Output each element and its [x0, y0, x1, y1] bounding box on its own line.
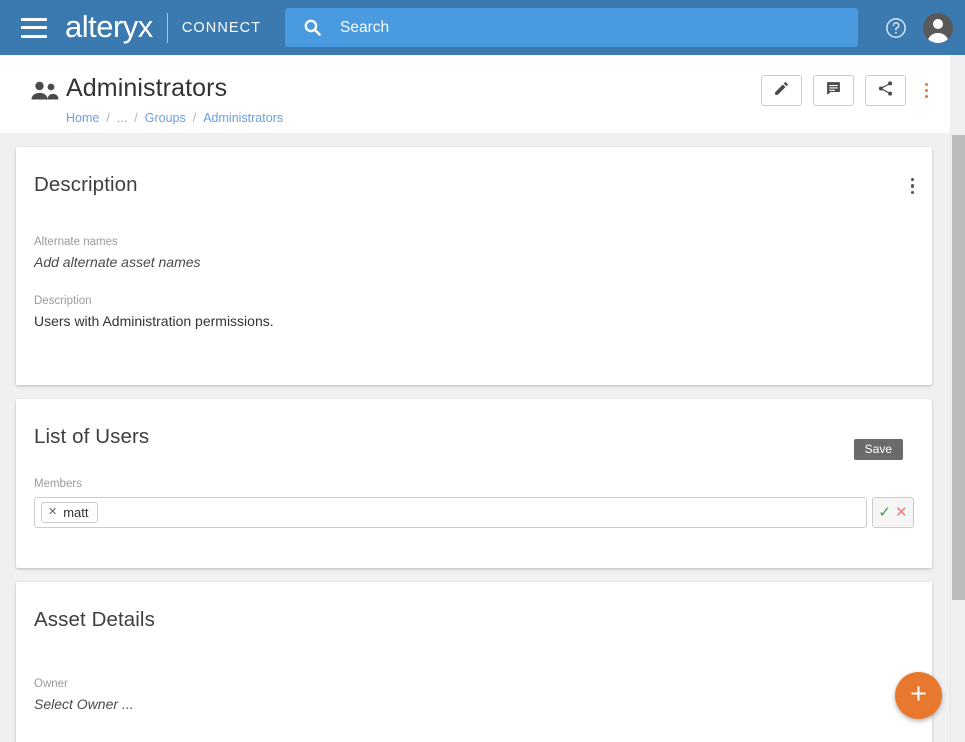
- breadcrumb: Home / ... / Groups / Administrators: [66, 111, 283, 125]
- brand-divider: [166, 12, 168, 43]
- breadcrumb-separator: /: [106, 111, 110, 125]
- hamburger-bar: [21, 17, 47, 21]
- add-button-fab[interactable]: +: [895, 672, 942, 719]
- more-dot: [924, 95, 928, 98]
- breadcrumb-item-administrators[interactable]: Administrators: [203, 111, 283, 125]
- people-icon: [30, 80, 60, 102]
- members-input[interactable]: ✕ matt: [34, 497, 867, 528]
- more-dot: [924, 83, 928, 86]
- field-label-members: Members: [34, 478, 82, 490]
- brand-product-name: CONNECT: [181, 19, 262, 36]
- field-label-alternate-names: Alternate names: [34, 236, 118, 248]
- field-description: Description Users with Administration pe…: [16, 270, 932, 329]
- help-icon[interactable]: [885, 17, 907, 39]
- comment-button[interactable]: [813, 75, 854, 106]
- share-icon: [877, 80, 894, 102]
- page-title-bar: Administrators Home / ... / Groups / Adm…: [0, 55, 950, 133]
- asset-details-card: Asset Details Owner Select Owner ...: [16, 582, 932, 742]
- field-value-alternate-names[interactable]: Add alternate asset names: [16, 248, 932, 270]
- scrollbar-thumb[interactable]: [952, 135, 965, 600]
- more-dot: [910, 177, 914, 182]
- page-content: Description Alternate names Add alternat…: [0, 133, 950, 742]
- confirm-actions: ✓ ✕: [872, 497, 914, 528]
- breadcrumb-separator: /: [192, 111, 197, 125]
- field-members: Members ✕ matt ✓ ✕ Save: [16, 439, 932, 528]
- more-dot: [910, 190, 914, 195]
- edit-button[interactable]: [761, 75, 802, 106]
- search-icon: [303, 18, 322, 37]
- check-icon[interactable]: ✓: [878, 505, 891, 520]
- more-options-button[interactable]: [914, 75, 938, 106]
- field-label-description: Description: [34, 295, 92, 307]
- card-title-description: Description: [34, 173, 138, 196]
- page-title: Administrators: [66, 74, 228, 102]
- vertical-scrollbar[interactable]: [950, 133, 965, 742]
- search-input[interactable]: Search: [340, 19, 389, 37]
- hamburger-menu-icon[interactable]: [21, 17, 47, 38]
- brand-name: alteryx: [65, 8, 153, 44]
- plus-icon: +: [910, 677, 927, 710]
- hamburger-bar: [21, 26, 47, 29]
- member-chip[interactable]: ✕ matt: [41, 502, 98, 523]
- hamburger-bar: [21, 34, 47, 38]
- close-icon[interactable]: ✕: [895, 505, 908, 520]
- member-chip-label: matt: [63, 505, 89, 520]
- share-button[interactable]: [865, 75, 906, 106]
- close-icon[interactable]: ✕: [48, 507, 57, 518]
- breadcrumb-separator: /: [134, 111, 138, 125]
- pencil-icon: [773, 80, 790, 102]
- field-value-owner[interactable]: Select Owner ...: [16, 690, 932, 712]
- field-value-description[interactable]: Users with Administration permissions.: [16, 307, 932, 329]
- description-card: Description Alternate names Add alternat…: [16, 147, 932, 385]
- field-alternate-names: Alternate names Add alternate asset name…: [16, 197, 932, 270]
- more-dot: [910, 184, 914, 188]
- top-header-bar: alteryx CONNECT Search: [0, 0, 965, 55]
- more-dot: [924, 89, 928, 92]
- comment-icon: [825, 80, 842, 102]
- page-actions: [750, 75, 938, 106]
- save-tooltip: Save: [853, 439, 903, 460]
- field-owner: Owner Select Owner ...: [16, 632, 932, 712]
- breadcrumb-item-home[interactable]: Home: [66, 111, 99, 125]
- user-avatar[interactable]: [923, 13, 953, 43]
- card-title-list-of-users: List of Users: [34, 425, 150, 448]
- brand-logo[interactable]: alteryx CONNECT: [65, 8, 261, 48]
- breadcrumb-item-groups[interactable]: Groups: [145, 111, 186, 125]
- field-label-owner: Owner: [34, 678, 68, 690]
- list-of-users-card: List of Users Members ✕ matt ✓ ✕ Save: [16, 399, 932, 568]
- card-title-asset-details: Asset Details: [34, 608, 155, 631]
- description-card-more-button[interactable]: [910, 176, 914, 196]
- breadcrumb-item-ellipsis[interactable]: ...: [117, 111, 127, 125]
- members-row: ✕ matt ✓ ✕: [16, 497, 932, 528]
- search-bar[interactable]: Search: [285, 8, 858, 47]
